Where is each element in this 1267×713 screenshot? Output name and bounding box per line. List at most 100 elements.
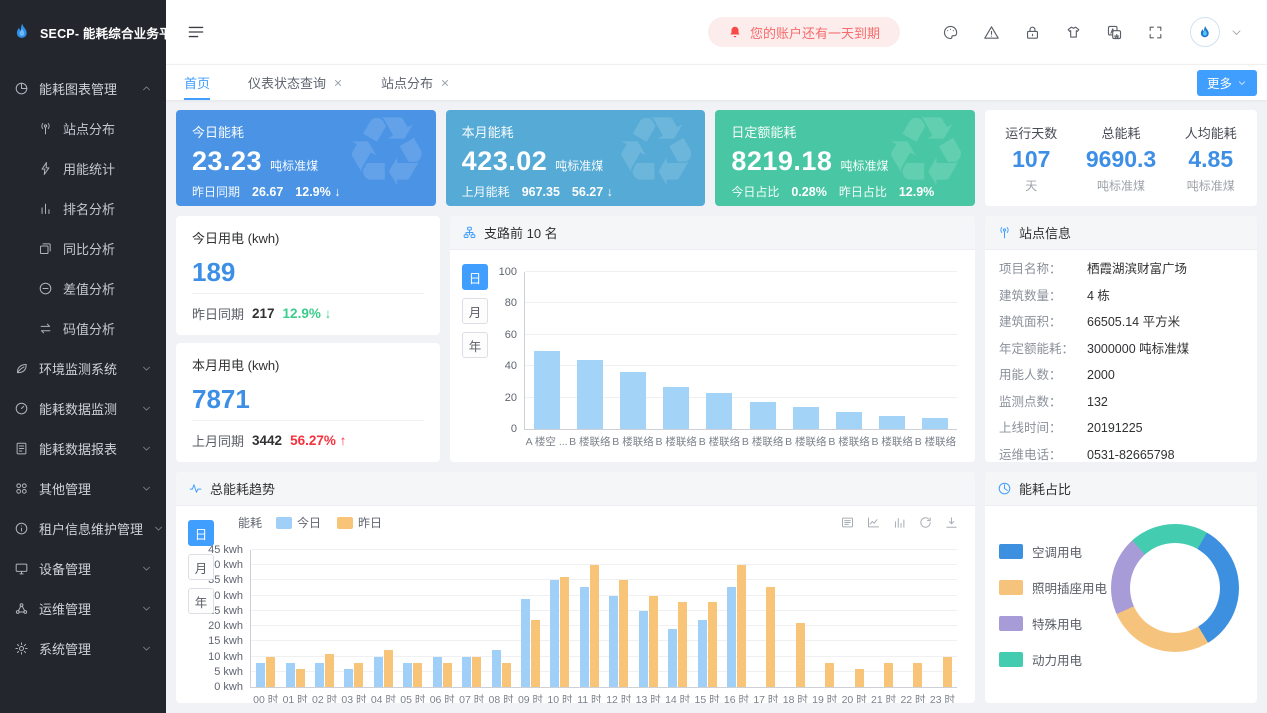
trend-legend: 今日 昨日 <box>276 514 382 531</box>
sidebar-item-label: 系统管理 <box>39 639 131 658</box>
bar <box>433 657 442 687</box>
legend-item[interactable]: 空调用电 <box>999 542 1107 561</box>
bar <box>825 663 834 687</box>
sidebar-subitem-0-1[interactable]: 用能统计 <box>0 148 166 188</box>
branch-icon <box>462 225 477 240</box>
sidebar-item-label: 能耗数据监测 <box>39 399 131 418</box>
sidebar-subitem-label: 排名分析 <box>63 199 152 218</box>
panel-title: 总能耗趋势 <box>210 479 275 498</box>
rank-toggle-年[interactable]: 年 <box>462 332 488 358</box>
sidebar-item-5[interactable]: 租户信息维护管理 <box>0 508 166 548</box>
sidebar: SECP- 能耗综合业务平台 能耗图表管理 站点分布 用能统计 排名分析 同比分… <box>0 0 166 713</box>
legend-item[interactable]: 今日 <box>276 514 321 531</box>
pie-clock-icon <box>997 481 1012 496</box>
grid-icon <box>14 481 29 496</box>
kpi-row: 今日能耗 23.23 吨标准煤 昨日同期26.6712.9% ↓ ♻本月能耗 4… <box>176 110 1257 206</box>
more-button[interactable]: 更多 <box>1197 70 1257 96</box>
translate-icon[interactable] <box>1106 24 1123 41</box>
trend-toggle-日[interactable]: 日 <box>188 520 214 546</box>
x-axis-label: 20 时 <box>839 687 868 703</box>
sidebar-item-label: 设备管理 <box>39 559 131 578</box>
x-axis-label: 23 时 <box>928 687 957 703</box>
lock-icon[interactable] <box>1024 24 1041 41</box>
site-info-panel: 站点信息 项目名称： 栖霞湖滨财富广场 建筑数量： 4 栋 建筑面积： 6650… <box>985 216 1257 462</box>
close-icon[interactable] <box>440 78 450 88</box>
sidebar-item-4[interactable]: 其他管理 <box>0 468 166 508</box>
legend-item[interactable]: 昨日 <box>337 514 382 531</box>
bar <box>344 669 353 687</box>
branch-top10-body: 日月年 020406080100A 楼空 ...B 楼联络B 楼联络B 楼联络B… <box>450 250 975 462</box>
sidebar-item-1[interactable]: 环境监测系统 <box>0 348 166 388</box>
tab-label: 站点分布 <box>381 73 433 92</box>
sidebar-menu: 能耗图表管理 站点分布 用能统计 排名分析 同比分析 差值分析 码值分析 环境监… <box>0 64 166 668</box>
shirt-icon[interactable] <box>1065 24 1082 41</box>
trend-time-toggles: 日月年 <box>188 520 214 614</box>
chevron-down-icon <box>141 563 152 574</box>
pulse-icon <box>188 481 203 496</box>
rank-toggle-日[interactable]: 日 <box>462 264 488 290</box>
bar <box>619 580 628 687</box>
line-chart-icon[interactable] <box>866 515 881 530</box>
sidebar-item-0[interactable]: 能耗图表管理 <box>0 68 166 108</box>
site-info-label: 年定额能耗： <box>999 342 1087 356</box>
sidebar-subitem-label: 码值分析 <box>63 319 152 338</box>
site-info-label: 运维电话： <box>999 448 1087 462</box>
sidebar-subitem-0-4[interactable]: 差值分析 <box>0 268 166 308</box>
run-stats-card: 运行天数 107 天 总能耗 9690.3 吨标准煤 人均能耗 4.85 吨标准… <box>985 110 1257 206</box>
bar <box>943 657 952 687</box>
site-info-value: 66505.14 平方米 <box>1087 315 1180 329</box>
avatar[interactable] <box>1190 17 1220 47</box>
middle-row: 今日用电 (kwh) 189 昨日同期 217 12.9% ↓ 本月用电 (kw… <box>176 216 1257 462</box>
site-info-row: 年定额能耗： 3000000 吨标准煤 <box>999 342 1243 356</box>
bar-chart-icon[interactable] <box>892 515 907 530</box>
tab-2[interactable]: 站点分布 <box>381 65 450 100</box>
x-axis-label: B 楼联络 <box>827 429 870 449</box>
kpi-footer-part: 967.35 <box>522 185 560 199</box>
refresh-icon[interactable] <box>918 515 933 530</box>
sidebar-subitem-label: 同比分析 <box>63 239 152 258</box>
sidebar-subitem-0-0[interactable]: 站点分布 <box>0 108 166 148</box>
lightning-icon <box>38 161 53 176</box>
kpi-footer: 今日占比0.28%昨日占比12.9% <box>731 183 959 200</box>
sidebar-item-3[interactable]: 能耗数据报表 <box>0 428 166 468</box>
legend-item[interactable]: 动力用电 <box>999 650 1107 669</box>
tab-label: 首页 <box>184 73 210 92</box>
chevron-down-icon[interactable] <box>1230 26 1243 39</box>
sidebar-subitem-0-3[interactable]: 同比分析 <box>0 228 166 268</box>
energy-trend-header: 总能耗趋势 <box>176 472 975 506</box>
legend-item[interactable]: 特殊用电 <box>999 614 1107 633</box>
sidebar-item-7[interactable]: 运维管理 <box>0 588 166 628</box>
bar <box>884 663 893 687</box>
monitor-icon <box>14 561 29 576</box>
warning-icon[interactable] <box>983 24 1000 41</box>
sidebar-item-6[interactable]: 设备管理 <box>0 548 166 588</box>
palette-icon[interactable] <box>942 24 959 41</box>
tab-1[interactable]: 仪表状态查询 <box>248 65 343 100</box>
sidebar-item-8[interactable]: 系统管理 <box>0 628 166 668</box>
bar <box>649 596 658 687</box>
bar <box>793 407 819 429</box>
sidebar-item-2[interactable]: 能耗数据监测 <box>0 388 166 428</box>
main-area: 您的账户还有一天到期 首页 仪表状态查询 站点分布 更多 <box>166 0 1267 713</box>
info-icon <box>14 521 29 536</box>
sidebar-subitem-0-2[interactable]: 排名分析 <box>0 188 166 228</box>
x-axis-label: 00 时 <box>251 687 280 703</box>
bar <box>521 599 530 687</box>
legend-label: 空调用电 <box>1032 542 1082 561</box>
bottom-row: 总能耗趋势 日月年 能耗 今日 昨日 0 kwh5 kwh1 <box>176 472 1257 703</box>
account-expiry-alert[interactable]: 您的账户还有一天到期 <box>708 17 900 47</box>
fullscreen-icon[interactable] <box>1147 24 1164 41</box>
data-view-icon[interactable] <box>840 515 855 530</box>
download-icon[interactable] <box>944 515 959 530</box>
rank-toggle-月[interactable]: 月 <box>462 298 488 324</box>
trend-toggle-月[interactable]: 月 <box>188 554 214 580</box>
sidebar-item-label: 环境监测系统 <box>39 359 131 378</box>
sidebar-subitem-0-5[interactable]: 码值分析 <box>0 308 166 348</box>
trend-toggle-年[interactable]: 年 <box>188 588 214 614</box>
legend-item[interactable]: 照明插座用电 <box>999 578 1107 597</box>
collapse-menu-icon[interactable] <box>186 22 206 42</box>
gauge-icon <box>14 401 29 416</box>
tab-0[interactable]: 首页 <box>184 65 210 100</box>
close-icon[interactable] <box>333 78 343 88</box>
y-axis-tick: 20 <box>505 392 517 404</box>
